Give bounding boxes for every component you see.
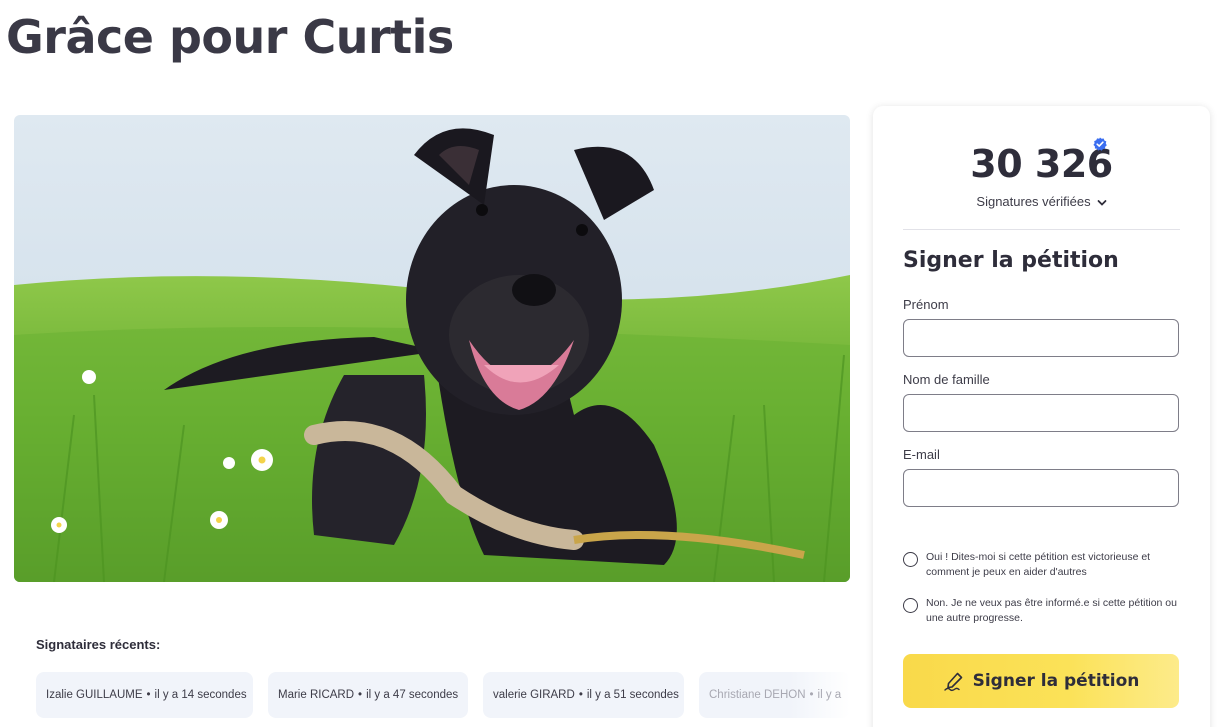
signer-separator: •: [358, 689, 363, 701]
opt-in-no-label: Non. Je ne veux pas être informé.e si ce…: [926, 597, 1177, 624]
chevron-down-icon: [1097, 199, 1106, 206]
form-title: Signer la pétition: [903, 248, 1119, 273]
signer-chip: Izalie GUILLAUME • il y a 14 secondes: [36, 672, 253, 718]
opt-in-yes-radio[interactable]: [903, 552, 918, 567]
signer-separator: •: [146, 689, 151, 701]
recent-signers-title: Signataires récents:: [36, 637, 161, 652]
page-title: Grâce pour Curtis: [6, 10, 454, 64]
opt-in-no-radio[interactable]: [903, 598, 918, 613]
signer-separator: •: [578, 689, 583, 701]
signer-time: il y a 14 secondes: [154, 689, 247, 701]
card-divider: [903, 229, 1180, 230]
opt-in-no-option[interactable]: Non. Je ne veux pas être informé.e si ce…: [903, 596, 1183, 626]
email-field[interactable]: [903, 469, 1179, 507]
verified-signatures-label: Signatures vérifiées: [976, 194, 1091, 209]
signer-separator: •: [809, 689, 814, 701]
dog-photo: [14, 115, 850, 582]
first-name-label: Prénom: [903, 297, 949, 312]
signature-count: 30 326: [970, 142, 1113, 186]
sign-petition-button[interactable]: Signer la pétition: [903, 654, 1179, 708]
signer-time: il y a 51 secondes: [586, 689, 679, 701]
signer-time: il y a 47 secondes: [366, 689, 459, 701]
signer-name: Christiane DEHON: [709, 689, 806, 701]
first-name-field[interactable]: [903, 319, 1179, 357]
opt-in-yes-option[interactable]: Oui ! Dites-moi si cette pétition est vi…: [903, 550, 1183, 580]
signer-chip: valerie GIRARD • il y a 51 secondes: [483, 672, 684, 718]
last-name-label: Nom de famille: [903, 372, 990, 387]
signer-name: Izalie GUILLAUME: [46, 689, 143, 701]
recent-signers-list: Izalie GUILLAUME • il y a 14 secondes Ma…: [36, 672, 850, 718]
verified-signatures-toggle[interactable]: Signatures vérifiées: [873, 194, 1210, 209]
sign-petition-card: 30 326 Signatures vérifiées Signer la pé…: [873, 106, 1210, 727]
signer-name: Marie RICARD: [278, 689, 355, 701]
opt-in-yes-label: Oui ! Dites-moi si cette pétition est vi…: [926, 551, 1151, 578]
petition-image: [14, 115, 850, 582]
last-name-field[interactable]: [903, 394, 1179, 432]
sign-petition-button-label: Signer la pétition: [972, 671, 1140, 691]
verified-badge-icon: [1093, 137, 1107, 151]
signer-time: il y a: [817, 689, 842, 701]
pen-signature-icon: [943, 672, 962, 692]
signer-name: valerie GIRARD: [493, 689, 575, 701]
signer-chip: Christiane DEHON • il y a: [699, 672, 850, 718]
signer-chip: Marie RICARD • il y a 47 secondes: [268, 672, 468, 718]
email-label: E-mail: [903, 447, 940, 462]
